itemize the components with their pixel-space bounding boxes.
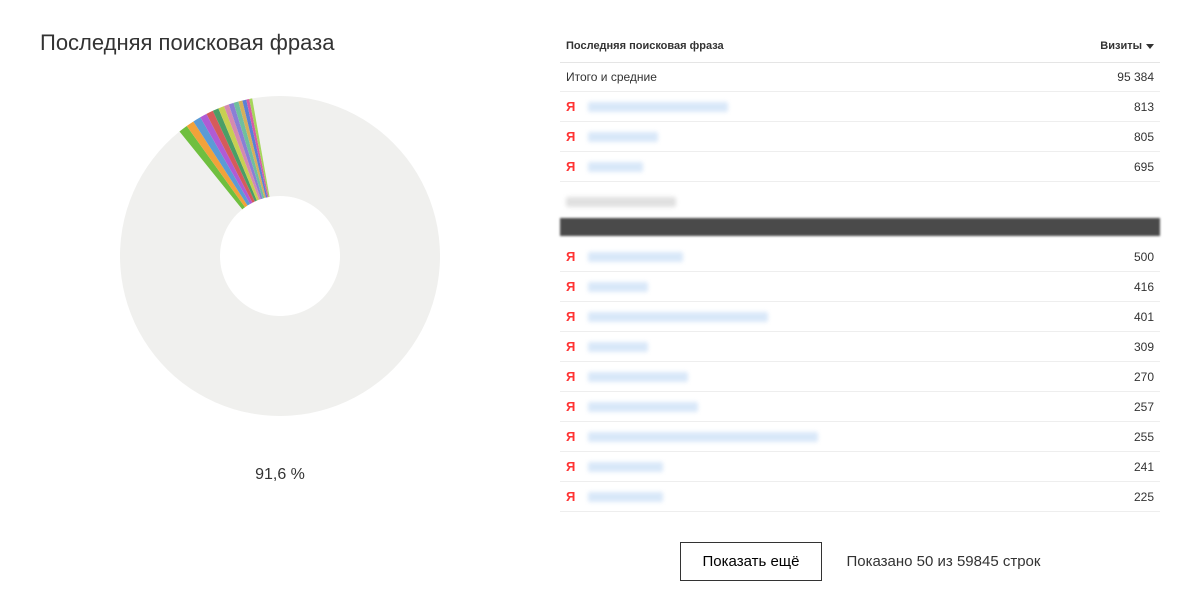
donut-chart	[110, 86, 450, 426]
row-value: 401	[1134, 310, 1154, 324]
row-value: 500	[1134, 250, 1154, 264]
yandex-icon: Я	[566, 339, 580, 354]
row-value: 805	[1134, 130, 1154, 144]
show-more-button[interactable]: Показать ещё	[680, 542, 823, 581]
th-phrase: Последняя поисковая фраза	[566, 40, 724, 52]
phrase-text-redacted	[588, 462, 663, 472]
table-row[interactable]: Я 255	[560, 422, 1160, 452]
table-row[interactable]: Я 241	[560, 452, 1160, 482]
phrase-text-redacted	[588, 432, 818, 442]
table-row[interactable]: Я 309	[560, 332, 1160, 362]
row-value: 309	[1134, 340, 1154, 354]
table-row[interactable]: Я 695	[560, 152, 1160, 182]
yandex-icon: Я	[566, 249, 580, 264]
table-row[interactable]: Я 416	[560, 272, 1160, 302]
row-value: 695	[1134, 160, 1154, 174]
phrase-text-redacted	[588, 132, 658, 142]
page-title: Последняя поисковая фраза	[40, 30, 520, 56]
yandex-icon: Я	[566, 489, 580, 504]
row-value: 813	[1134, 100, 1154, 114]
th-visits-label: Визиты	[1100, 40, 1142, 52]
yandex-icon: Я	[566, 309, 580, 324]
row-value: 416	[1134, 280, 1154, 294]
summary-row: Итого и средние 95 384	[560, 63, 1160, 92]
yandex-icon: Я	[566, 129, 580, 144]
row-value: 225	[1134, 490, 1154, 504]
phrase-text-redacted	[588, 402, 698, 412]
yandex-icon: Я	[566, 279, 580, 294]
yandex-icon: Я	[566, 459, 580, 474]
row-value: 270	[1134, 370, 1154, 384]
table-row[interactable]: Я 805	[560, 122, 1160, 152]
phrase-text-redacted	[588, 312, 768, 322]
table-header: Последняя поисковая фраза Визиты	[560, 30, 1160, 63]
row-value: 257	[1134, 400, 1154, 414]
phrase-text-redacted	[588, 102, 728, 112]
phrase-text-redacted	[588, 162, 643, 172]
yandex-icon: Я	[566, 159, 580, 174]
donut-main-label: 91,6 %	[40, 466, 520, 484]
phrase-text-redacted	[588, 492, 663, 502]
phrase-text-redacted	[588, 252, 683, 262]
table-row[interactable]: Я 225	[560, 482, 1160, 512]
summary-value: 95 384	[1117, 70, 1154, 84]
phrase-text-redacted	[588, 282, 648, 292]
redacted-bar	[560, 218, 1160, 236]
phrase-text-redacted	[588, 372, 688, 382]
yandex-icon: Я	[566, 399, 580, 414]
table-row[interactable]: Я 257	[560, 392, 1160, 422]
yandex-icon: Я	[566, 369, 580, 384]
sort-desc-icon	[1146, 44, 1154, 49]
table-row[interactable]: Я 500	[560, 242, 1160, 272]
yandex-icon: Я	[566, 429, 580, 444]
summary-label: Итого и средние	[566, 70, 657, 84]
shown-count: Показано 50 из 59845 строк	[846, 553, 1040, 570]
phrase-text-redacted	[588, 342, 648, 352]
donut-slice[interactable]	[120, 96, 440, 416]
group-header-row	[560, 190, 1160, 214]
yandex-icon: Я	[566, 99, 580, 114]
row-value: 255	[1134, 430, 1154, 444]
row-value: 241	[1134, 460, 1154, 474]
table-row[interactable]: Я 401	[560, 302, 1160, 332]
table-row[interactable]: Я 270	[560, 362, 1160, 392]
th-visits[interactable]: Визиты	[1100, 40, 1154, 52]
table-row[interactable]: Я 813	[560, 92, 1160, 122]
